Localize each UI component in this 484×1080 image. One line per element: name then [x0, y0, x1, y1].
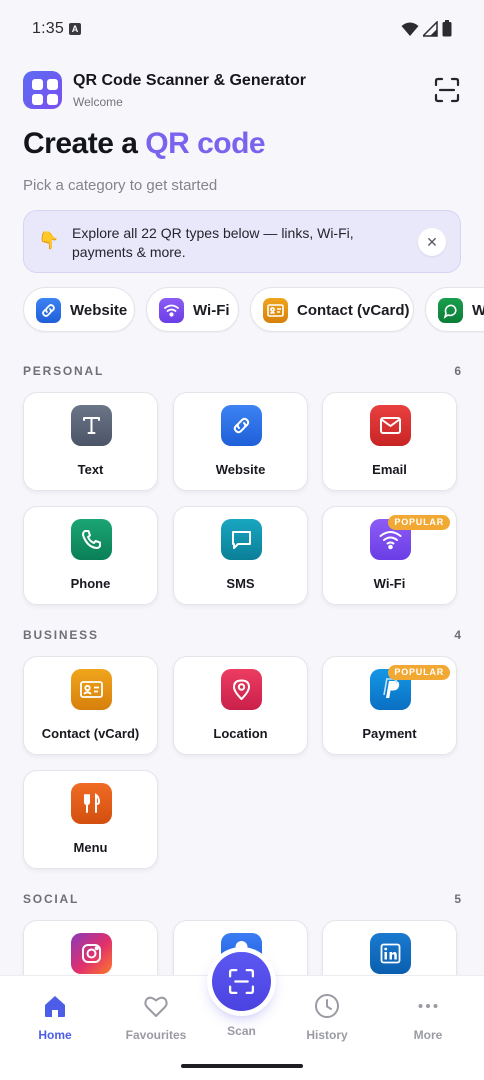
scan-frame-icon — [228, 968, 255, 995]
clock-icon — [315, 994, 339, 1018]
headline-accent: QR code — [145, 127, 266, 160]
tile-label: Contact (vCard) — [41, 726, 140, 741]
nav-more[interactable]: More — [388, 992, 468, 1042]
chip-wifi[interactable]: Wi-Fi — [146, 287, 239, 332]
scan-frame-icon[interactable] — [433, 76, 461, 104]
home-icon — [45, 996, 65, 1017]
tile-label: Location — [213, 726, 268, 741]
tile-menu[interactable]: Menu — [23, 770, 158, 869]
contact-card-icon — [71, 669, 112, 710]
scan-button[interactable] — [212, 952, 271, 1011]
tile-label: Payment — [362, 726, 417, 741]
section-count-business: 4 — [454, 628, 461, 642]
tile-label: Phone — [70, 576, 111, 591]
tile-phone[interactable]: Phone — [23, 506, 158, 605]
tile-location[interactable]: Location — [173, 656, 308, 755]
banner-text: Explore all 22 QR types below — links, W… — [72, 225, 354, 260]
mail-icon — [370, 405, 411, 446]
app-title: QR Code Scanner & Generator — [73, 72, 306, 89]
tile-label: Menu — [73, 840, 108, 855]
tile-label: Website — [215, 462, 266, 477]
fork-knife-icon — [71, 783, 112, 824]
phone-icon — [71, 519, 112, 560]
page-title: Create a QR code — [23, 127, 266, 161]
link-icon — [221, 405, 262, 446]
nav-label: History — [306, 1028, 348, 1042]
tile-label: SMS — [226, 576, 255, 591]
page-subtitle: Pick a category to get started — [23, 177, 218, 194]
nav-home[interactable]: Home — [15, 992, 95, 1042]
tile-text[interactable]: Text — [23, 392, 158, 491]
home-indicator[interactable] — [181, 1064, 303, 1068]
close-icon[interactable]: ✕ — [418, 228, 446, 256]
app-logo-icon — [23, 71, 62, 109]
more-dots-icon — [418, 1004, 438, 1008]
text-icon — [71, 405, 112, 446]
tile-payment[interactable]: POPULAR Payment — [322, 656, 457, 755]
app-header: QR Code Scanner & Generator Welcome — [23, 70, 461, 110]
tile-email[interactable]: Email — [322, 392, 457, 491]
whatsapp-icon — [438, 298, 463, 323]
tile-website[interactable]: Website — [173, 392, 308, 491]
status-bar: 1:35 A — [0, 0, 484, 60]
section-title-social: SOCIAL — [23, 892, 80, 906]
tile-label: Wi-Fi — [373, 576, 406, 591]
contact-card-icon — [263, 298, 288, 323]
wifi-icon — [159, 298, 184, 323]
nav-label: Favourites — [125, 1028, 187, 1042]
status-time: 1:35 — [32, 20, 64, 37]
heart-icon — [144, 996, 168, 1017]
headline-plain: Create a — [23, 127, 146, 160]
section-count-social: 5 — [454, 892, 461, 906]
wifi-signal-icon — [401, 22, 419, 36]
chip-label: W — [472, 302, 484, 319]
chip-label: Contact (vCard) — [297, 302, 410, 319]
quick-chip-row: Website Wi-Fi Contact (vCard) W — [23, 287, 484, 333]
chip-label: Wi-Fi — [193, 302, 230, 319]
nav-favourites[interactable]: Favourites — [116, 992, 196, 1042]
instagram-icon — [71, 933, 112, 974]
battery-icon — [442, 20, 452, 37]
tile-label: Email — [372, 462, 407, 477]
chip-website[interactable]: Website — [23, 287, 135, 332]
chip-label: Website — [70, 302, 128, 319]
nav-history[interactable]: History — [287, 992, 367, 1042]
chip-contact-vcard[interactable]: Contact (vCard) — [250, 287, 414, 332]
popular-badge: POPULAR — [388, 515, 450, 530]
status-icons — [401, 20, 452, 37]
nav-label: Home — [38, 1028, 72, 1042]
scan-label: Scan — [227, 1024, 256, 1038]
chip-whatsapp[interactable]: W — [425, 287, 484, 332]
chat-icon — [221, 519, 262, 560]
section-title-business: BUSINESS — [23, 628, 99, 642]
pointing-down-icon: 👇 — [38, 231, 60, 250]
section-title-personal: PERSONAL — [23, 364, 105, 378]
link-icon — [36, 298, 61, 323]
tile-label: Text — [77, 462, 104, 477]
app-subtitle: Welcome — [73, 95, 123, 109]
tile-contact-vcard[interactable]: Contact (vCard) — [23, 656, 158, 755]
linkedin-icon — [370, 933, 411, 974]
location-pin-icon — [221, 669, 262, 710]
nav-label: More — [413, 1028, 443, 1042]
section-count-personal: 6 — [454, 364, 461, 378]
popular-badge: POPULAR — [388, 665, 450, 680]
info-banner: 👇 Explore all 22 QR types below — links,… — [23, 210, 461, 273]
notification-badge: A — [69, 23, 81, 35]
tile-sms[interactable]: SMS — [173, 506, 308, 605]
cell-signal-icon — [423, 20, 438, 37]
tile-wifi[interactable]: POPULAR Wi-Fi — [322, 506, 457, 605]
